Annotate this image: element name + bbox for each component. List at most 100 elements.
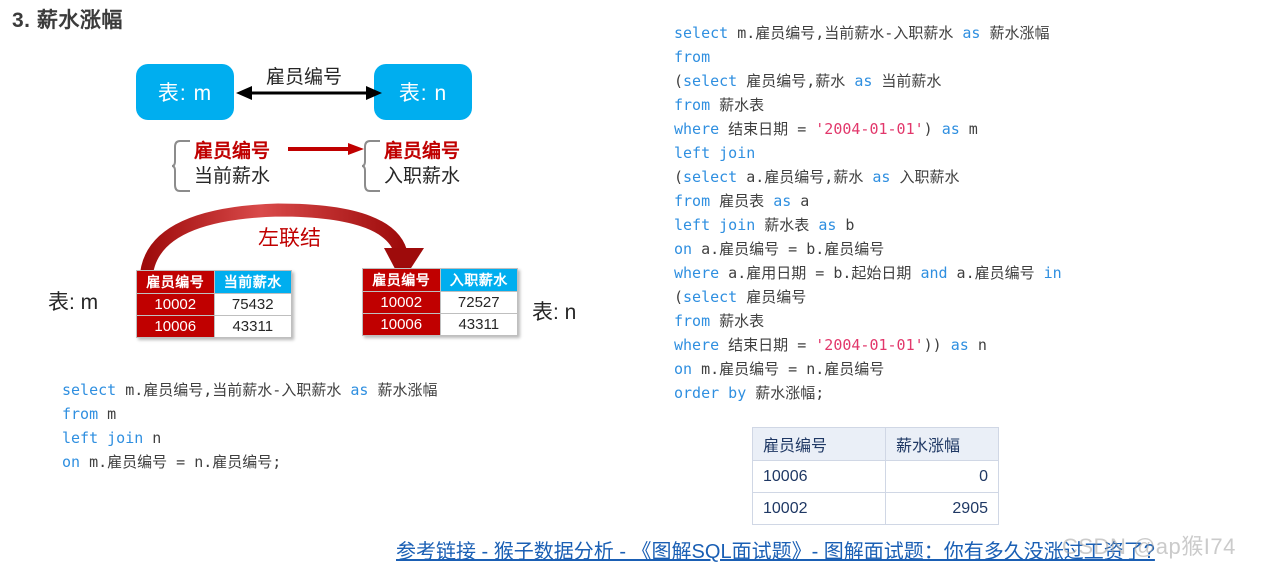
sql-keyword: where xyxy=(674,264,720,282)
table-m: 雇员编号 当前薪水 10002 75432 10006 43311 xyxy=(136,270,292,338)
sql-keyword: as xyxy=(941,120,960,138)
table-row: 10006 43311 xyxy=(136,315,292,338)
table-row: 10006 0 xyxy=(752,460,999,493)
code-line: order by 薪水涨幅; xyxy=(674,381,1062,405)
sql-text: 薪水表 xyxy=(710,312,765,330)
sql-text: n xyxy=(143,429,162,447)
table-row: 10002 75432 xyxy=(136,293,292,316)
result-cell-1-1: 2905 xyxy=(885,492,999,525)
sql-text: 结束日期 = xyxy=(719,120,816,138)
code-line: on m.雇员编号 = n.雇员编号 xyxy=(674,357,1062,381)
sql-text: m.雇员编号,当前薪水-入职薪水 xyxy=(728,24,963,42)
diagram-box-table-n: 表: n xyxy=(374,64,472,120)
result-header-row: 雇员编号 薪水涨幅 xyxy=(752,427,999,461)
sql-keyword: from xyxy=(674,192,711,210)
table-n-caption: 表: n xyxy=(532,301,577,324)
diagram-box-table-m: 表: m xyxy=(136,64,234,120)
sql-text: 结束日期 = xyxy=(719,336,816,354)
sql-keyword: left join xyxy=(674,216,756,234)
sql-text: a.雇员编号 xyxy=(947,264,1044,282)
table-n: 雇员编号 入职薪水 10002 72527 10006 43311 xyxy=(362,268,518,336)
result-header-1: 薪水涨幅 xyxy=(885,427,999,461)
code-line: (select 雇员编号 xyxy=(674,285,1062,309)
table-m-caption: 表: m xyxy=(48,291,99,314)
sql-text: a xyxy=(791,192,810,210)
field-key-n: 雇员编号 xyxy=(384,141,461,162)
code-line: on a.雇员编号 = b.雇员编号 xyxy=(674,237,1062,261)
curly-brace-icon xyxy=(172,140,190,192)
double-arrow-icon xyxy=(236,86,382,100)
code-line: from 薪水表 xyxy=(674,93,1062,117)
code-line: from m xyxy=(62,402,437,426)
code-line: select m.雇员编号,当前薪水-入职薪水 as 薪水涨幅 xyxy=(62,378,437,402)
code-line: from xyxy=(674,45,1062,69)
sql-keyword: as xyxy=(962,24,981,42)
sql-keyword: as xyxy=(872,168,891,186)
sql-text: m.雇员编号 = n.雇员编号 xyxy=(692,360,885,378)
table-m-header-1: 当前薪水 xyxy=(213,270,292,294)
sql-text: ( xyxy=(674,168,684,186)
sql-text: a.雇员编号 = b.雇员编号 xyxy=(692,240,885,258)
sql-keyword: from xyxy=(674,96,711,114)
result-header-0: 雇员编号 xyxy=(752,427,886,461)
sql-string: '2004-01-01' xyxy=(815,336,924,354)
result-table: 雇员编号 薪水涨幅 10006 0 10002 2905 xyxy=(752,427,999,525)
sql-keyword: where xyxy=(674,120,720,138)
code-line: (select a.雇员编号,薪水 as 入职薪水 xyxy=(674,165,1062,189)
code-line: where 结束日期 = '2004-01-01')) as n xyxy=(674,333,1062,357)
sql-keyword: as xyxy=(950,336,969,354)
sql-text: 薪水表 xyxy=(710,96,765,114)
left-join-label: 左联结 xyxy=(258,227,321,250)
code-line: left join 薪水表 as b xyxy=(674,213,1062,237)
reference-link[interactable]: 参考链接 - 猴子数据分析 - 《图解SQL面试题》- 图解面试题：你有多久没涨… xyxy=(396,535,1155,564)
sql-text: m.雇员编号 = n.雇员编号; xyxy=(80,453,282,471)
table-n-cell-1-1: 43311 xyxy=(439,313,518,336)
sql-text: )) xyxy=(923,336,951,354)
field-key-m: 雇员编号 xyxy=(194,141,271,162)
table-row: 10006 43311 xyxy=(362,313,518,336)
sql-text: b xyxy=(836,216,855,234)
sql-keyword: left join xyxy=(62,429,144,447)
sql-keyword: from xyxy=(674,312,711,330)
result-cell-1-0: 10002 xyxy=(752,492,886,525)
sql-keyword: left join xyxy=(674,144,756,162)
sql-keyword: select xyxy=(683,168,738,186)
result-cell-0-0: 10006 xyxy=(752,460,886,493)
table-m-cell-0-0: 10002 xyxy=(136,293,215,316)
sql-text: 薪水涨幅; xyxy=(746,384,825,402)
table-m-cell-0-1: 75432 xyxy=(213,293,292,316)
table-n-cell-1-0: 10006 xyxy=(362,313,441,336)
code-line: left join xyxy=(674,141,1062,165)
result-cell-0-1: 0 xyxy=(885,460,999,493)
field-value-n: 入职薪水 xyxy=(384,166,461,187)
table-m-cell-1-1: 43311 xyxy=(213,315,292,338)
sql-keyword: and xyxy=(920,264,948,282)
table-row: 10002 2905 xyxy=(752,492,999,525)
sql-text: a.雇员编号,薪水 xyxy=(737,168,873,186)
sql-keyword: select xyxy=(683,288,738,306)
sql-text: 当前薪水 xyxy=(872,72,942,90)
sql-keyword: on xyxy=(674,240,693,258)
table-header-row: 雇员编号 入职薪水 xyxy=(362,268,518,292)
sql-text: a.雇用日期 = b.起始日期 xyxy=(719,264,921,282)
code-line: from 薪水表 xyxy=(674,309,1062,333)
sql-text: 薪水涨幅 xyxy=(980,24,1050,42)
sql-text: ) xyxy=(923,120,942,138)
code-line: left join n xyxy=(62,426,437,450)
sql-text: 雇员表 xyxy=(710,192,774,210)
code-line: on m.雇员编号 = n.雇员编号; xyxy=(62,450,437,474)
sql-keyword: where xyxy=(674,336,720,354)
table-row: 10002 72527 xyxy=(362,291,518,314)
join-arrow-icon xyxy=(288,143,364,155)
code-line: where a.雇用日期 = b.起始日期 and a.雇员编号 in xyxy=(674,261,1062,285)
curly-brace-icon xyxy=(362,140,380,192)
field-value-m: 当前薪水 xyxy=(194,166,271,187)
page-title: 3. 薪水涨幅 xyxy=(12,9,123,32)
table-m-cell-1-0: 10006 xyxy=(136,315,215,338)
sql-keyword: in xyxy=(1043,264,1062,282)
sql-text: ( xyxy=(674,288,684,306)
sql-keyword: select xyxy=(674,24,729,42)
sql-keyword: as xyxy=(773,192,792,210)
sql-keyword: as xyxy=(854,72,873,90)
sql-keyword: select xyxy=(62,381,117,399)
